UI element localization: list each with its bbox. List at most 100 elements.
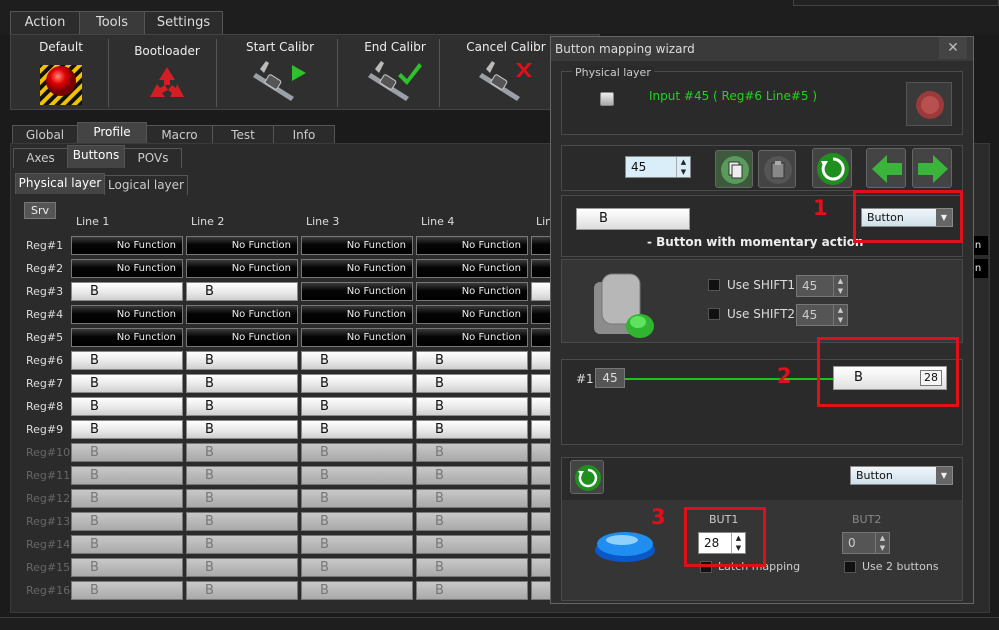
button-cell[interactable]: No Function xyxy=(301,282,413,301)
use-2-buttons-checkbox[interactable] xyxy=(844,561,856,573)
button-cell[interactable]: B xyxy=(416,558,528,577)
refresh-button[interactable] xyxy=(812,148,852,188)
button-cell[interactable]: B xyxy=(301,443,413,462)
button-cell[interactable]: B xyxy=(301,512,413,531)
button-cell[interactable]: No Function xyxy=(416,282,528,301)
end-calibr-button[interactable]: End Calibr xyxy=(351,35,439,109)
button-cell[interactable]: B xyxy=(186,466,298,485)
button-cell[interactable]: B xyxy=(71,374,183,393)
button-cell[interactable]: B xyxy=(301,535,413,554)
button-cell[interactable]: B xyxy=(71,558,183,577)
button-cell[interactable]: B xyxy=(416,374,528,393)
button-cell[interactable]: B xyxy=(71,466,183,485)
but2-stepper[interactable]: 0 ▲ ▼ xyxy=(842,532,890,554)
cancel-calibr-button[interactable]: Cancel Calibr xyxy=(456,35,556,109)
button-cell[interactable]: B xyxy=(416,351,528,370)
input-number-stepper[interactable]: 45 ▲ ▼ xyxy=(625,156,691,178)
bootloader-button[interactable]: Bootloader xyxy=(126,35,208,109)
button-cell[interactable]: B xyxy=(416,489,528,508)
button-cell[interactable]: B xyxy=(71,397,183,416)
button-cell[interactable]: B xyxy=(186,489,298,508)
button-cell[interactable]: B xyxy=(186,512,298,531)
paste-button[interactable] xyxy=(758,150,796,188)
tab-macro[interactable]: Macro xyxy=(146,125,213,145)
stepper-arrows-icon[interactable]: ▲ ▼ xyxy=(833,276,847,296)
tab-povs[interactable]: POVs xyxy=(124,148,182,168)
button-cell[interactable]: B xyxy=(186,535,298,554)
button-cell[interactable]: B xyxy=(71,581,183,600)
button-cell[interactable]: No Function xyxy=(186,305,298,324)
button-cell[interactable]: B xyxy=(71,489,183,508)
tab-physical-layer[interactable]: Physical layer xyxy=(15,173,105,194)
button-cell[interactable]: B xyxy=(416,535,528,554)
menu-tab-tools[interactable]: Tools xyxy=(79,11,145,34)
button-cell[interactable]: B xyxy=(301,581,413,600)
button-cell[interactable]: B xyxy=(301,374,413,393)
button-cell[interactable]: B xyxy=(301,558,413,577)
stepper-arrows-icon[interactable]: ▲ ▼ xyxy=(875,533,889,553)
tab-axes[interactable]: Axes xyxy=(13,148,68,168)
button-cell[interactable]: B xyxy=(416,581,528,600)
stepper-arrows-icon[interactable]: ▲ ▼ xyxy=(833,305,847,325)
button-cell[interactable]: No Function xyxy=(301,305,413,324)
shift2-checkbox[interactable] xyxy=(708,308,720,320)
menu-tab-settings[interactable]: Settings xyxy=(144,11,223,34)
button-cell[interactable]: B xyxy=(71,512,183,531)
stepper-arrows-icon[interactable]: ▲ ▼ xyxy=(676,157,690,177)
srv-button[interactable]: Srv xyxy=(24,202,56,219)
button-cell[interactable]: B xyxy=(416,512,528,531)
button-cell[interactable]: B xyxy=(416,420,528,439)
button-cell[interactable]: No Function xyxy=(71,259,183,278)
tab-test[interactable]: Test xyxy=(212,125,274,145)
menu-tab-action[interactable]: Action xyxy=(10,11,80,34)
button-cell[interactable]: No Function xyxy=(186,328,298,347)
button-cell[interactable]: B xyxy=(186,397,298,416)
logical-type-dropdown[interactable]: Button ▼ xyxy=(850,466,953,485)
button-cell[interactable]: B xyxy=(416,443,528,462)
shift1-checkbox[interactable] xyxy=(708,279,720,291)
button-cell[interactable]: No Function xyxy=(416,236,528,255)
button-cell[interactable]: B xyxy=(301,351,413,370)
button-cell[interactable]: B xyxy=(301,397,413,416)
button-cell[interactable]: No Function xyxy=(301,328,413,347)
button-cell[interactable]: B xyxy=(71,351,183,370)
tab-buttons[interactable]: Buttons xyxy=(67,145,125,168)
button-cell[interactable]: B xyxy=(301,489,413,508)
button-cell[interactable]: B xyxy=(186,351,298,370)
button-cell[interactable]: No Function xyxy=(416,328,528,347)
button-cell[interactable]: B xyxy=(71,535,183,554)
shift1-stepper[interactable]: 45 ▲ ▼ xyxy=(796,275,848,297)
button-cell[interactable]: No Function xyxy=(301,236,413,255)
button-cell[interactable]: No Function xyxy=(301,259,413,278)
button-cell[interactable]: No Function xyxy=(71,328,183,347)
button-cell[interactable]: No Function xyxy=(416,259,528,278)
button-cell[interactable]: No Function xyxy=(71,236,183,255)
tab-profile[interactable]: Profile xyxy=(77,122,147,145)
logical-refresh-button[interactable] xyxy=(570,460,604,494)
button-cell[interactable]: B xyxy=(186,420,298,439)
shift2-stepper[interactable]: 45 ▲ ▼ xyxy=(796,304,848,326)
previous-button[interactable] xyxy=(866,148,906,188)
next-button[interactable] xyxy=(912,148,952,188)
button-name-field[interactable]: B xyxy=(576,208,690,230)
start-calibr-button[interactable]: Start Calibr xyxy=(236,35,324,109)
button-cell[interactable]: B xyxy=(186,282,298,301)
button-cell[interactable]: No Function xyxy=(416,305,528,324)
button-cell[interactable]: B xyxy=(71,420,183,439)
button-cell[interactable]: B xyxy=(416,397,528,416)
button-cell[interactable]: B xyxy=(186,558,298,577)
tab-global[interactable]: Global xyxy=(12,125,78,145)
button-cell[interactable]: No Function xyxy=(71,305,183,324)
button-cell[interactable]: B xyxy=(71,282,183,301)
button-cell[interactable]: B xyxy=(186,581,298,600)
close-button[interactable]: ✕ xyxy=(939,37,967,59)
button-cell[interactable]: No Function xyxy=(186,259,298,278)
button-cell[interactable]: No Function xyxy=(186,236,298,255)
button-cell[interactable]: B xyxy=(416,466,528,485)
button-cell[interactable]: B xyxy=(71,443,183,462)
tab-info[interactable]: Info xyxy=(273,125,335,145)
button-cell[interactable]: B xyxy=(186,443,298,462)
button-cell[interactable]: B xyxy=(301,420,413,439)
button-cell[interactable]: B xyxy=(186,374,298,393)
copy-button[interactable] xyxy=(715,150,753,188)
